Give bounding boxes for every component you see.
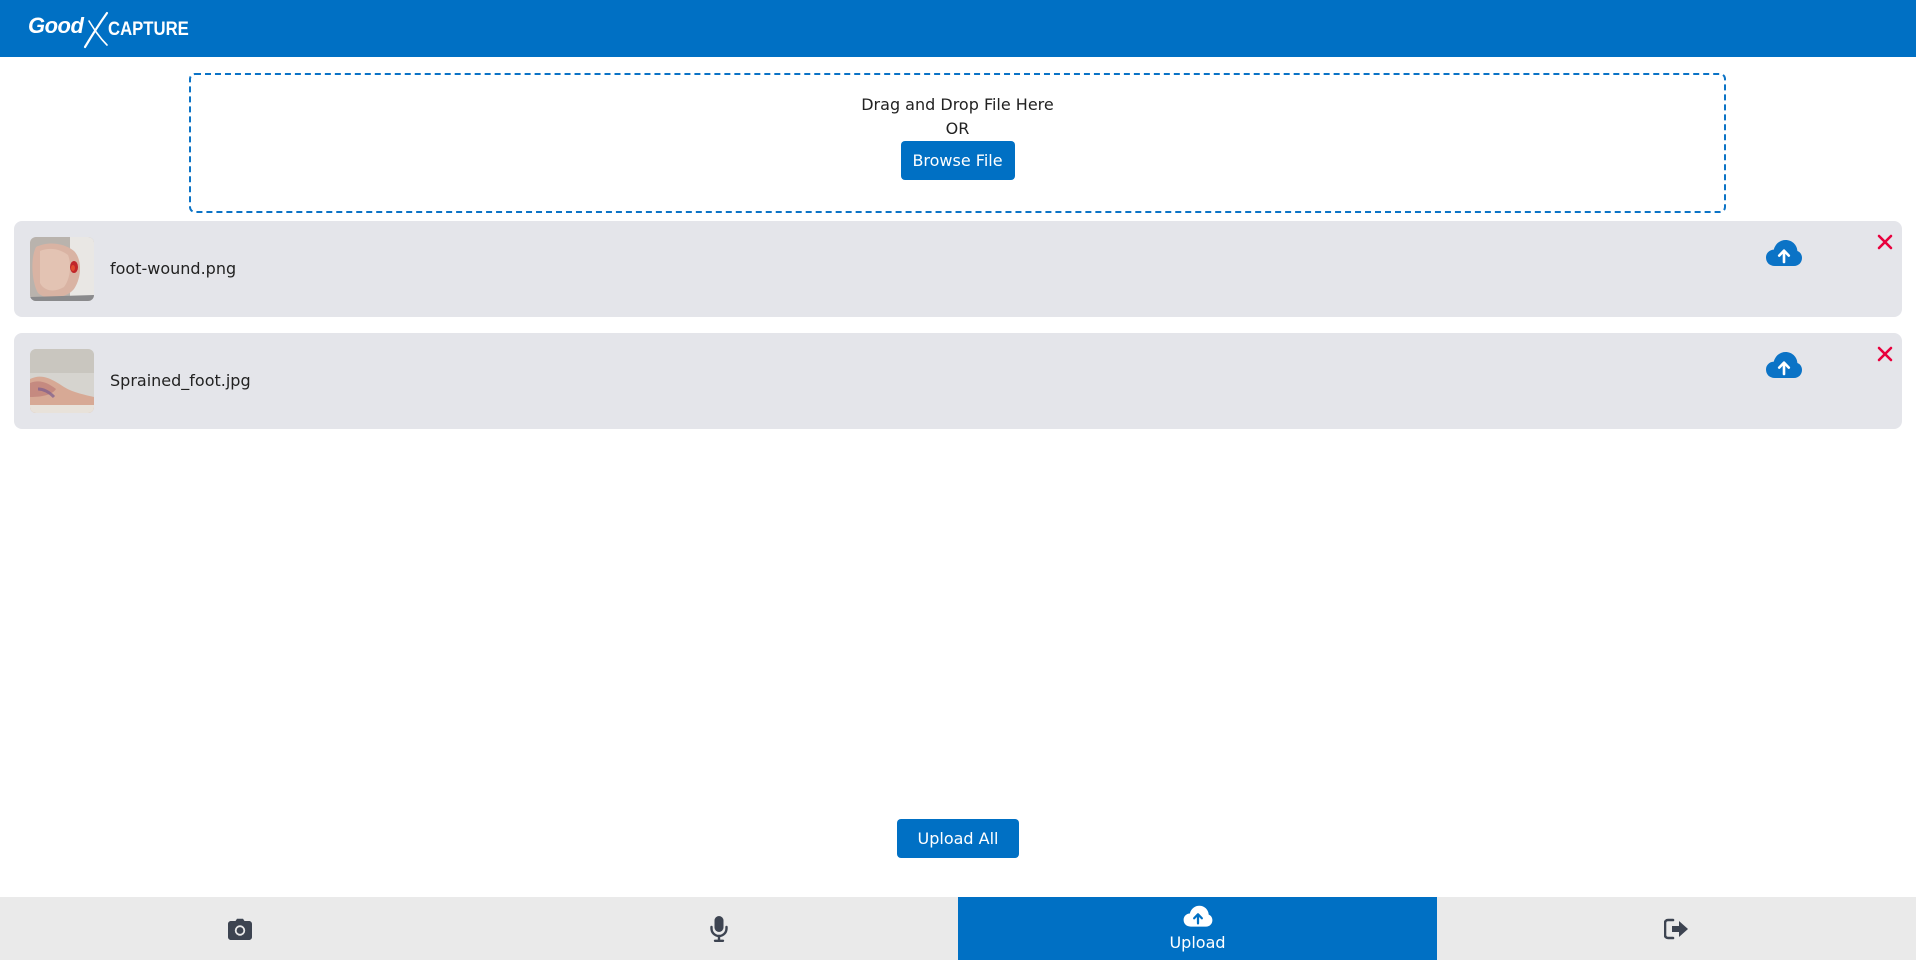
foot-wound-thumbnail — [30, 237, 94, 301]
nav-upload-label: Upload — [1169, 932, 1226, 952]
remove-file-close-icon[interactable] — [1876, 345, 1894, 363]
cloud-upload-icon[interactable] — [1766, 239, 1802, 269]
browse-file-button[interactable]: Browse File — [900, 141, 1015, 180]
logo-good-text: Good — [28, 12, 84, 38]
file-name: foot-wound.png — [110, 259, 237, 278]
file-row: foot-wound.png — [14, 221, 1902, 317]
camera-icon — [227, 918, 252, 940]
cloud-upload-icon — [1183, 905, 1212, 927]
upload-all-button[interactable]: Upload All — [897, 819, 1019, 858]
remove-file-close-icon[interactable] — [1876, 233, 1894, 251]
nav-logout[interactable] — [1437, 897, 1916, 960]
nav-camera[interactable] — [0, 897, 479, 960]
sprained-foot-thumbnail — [30, 349, 94, 413]
cloud-upload-icon[interactable] — [1766, 351, 1802, 381]
app-header: Good CAPTURE — [0, 0, 1916, 57]
goodx-capture-logo: Good CAPTURE — [28, 9, 200, 49]
file-drop-zone[interactable]: Drag and Drop File Here OR Browse File — [189, 73, 1726, 213]
file-row: Sprained_foot.jpg — [14, 333, 1902, 429]
logo-capture-text: CAPTURE — [108, 18, 190, 40]
nav-microphone[interactable] — [479, 897, 958, 960]
logout-icon — [1663, 918, 1688, 939]
logo-x-mark — [84, 11, 109, 48]
bottom-nav: Upload — [0, 897, 1916, 960]
file-name: Sprained_foot.jpg — [110, 371, 251, 390]
nav-upload[interactable]: Upload — [958, 897, 1437, 960]
drag-drop-text: Drag and Drop File Here — [861, 95, 1054, 114]
microphone-icon — [709, 915, 728, 942]
or-text: OR — [945, 119, 970, 138]
